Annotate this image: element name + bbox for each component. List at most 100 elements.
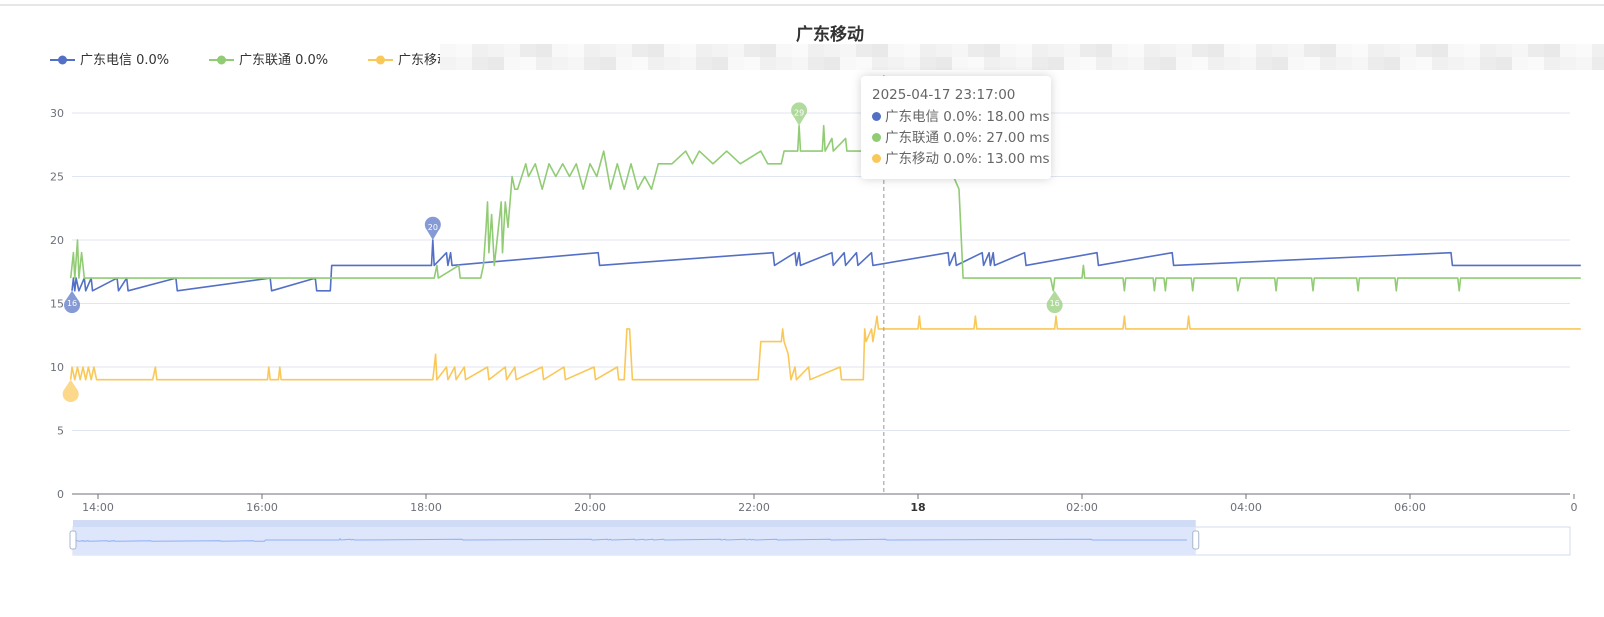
tooltip-row-text: 广东移动 0.0%: 13.00 ms [885,151,1050,167]
blur-cell [1544,44,1560,57]
blur-cell [760,44,776,57]
zoom-handle[interactable] [1192,530,1200,550]
blur-cell [824,44,840,57]
blur-cell [904,44,920,57]
blur-cell [1528,57,1544,70]
blur-cell [1336,57,1352,70]
blur-cell [1528,44,1544,57]
pin-marker [62,379,79,402]
blur-cell [1048,57,1064,70]
series-line-2 [69,315,1581,381]
blur-cell [952,44,968,57]
series-dot-icon [872,112,881,121]
blur-cell [1000,44,1016,57]
blur-cell [808,57,824,70]
blur-cell [888,44,904,57]
blur-cell [616,44,632,57]
blur-cell [1048,44,1064,57]
blur-cell [1320,44,1336,57]
blur-cell [1304,44,1320,57]
blur-cell [1272,44,1288,57]
blur-cell [1160,57,1176,70]
pin-icon [62,379,79,402]
blur-cell [584,44,600,57]
tooltip-row: 广东联通 0.0%: 27.00 ms [872,128,1051,149]
x-axis: 14:00 16:00 18:00 20:00 22:00 18 02:00 04:00 06:… [82,494,1578,514]
blur-cell [1032,44,1048,57]
pin-marker: 29 [791,102,808,126]
blur-cell [1144,44,1160,57]
blur-cell [664,57,680,70]
blur-cell [1592,44,1604,57]
y-tick-label: 15 [50,298,64,311]
blur-cell [1128,44,1144,57]
blur-cell [1064,57,1080,70]
blur-cell [488,44,504,57]
blur-cell [856,57,872,70]
series-lines[interactable] [69,124,1581,381]
blur-cell [840,57,856,70]
blur-cell [744,44,760,57]
blur-cell [776,57,792,70]
blur-cell [520,57,536,70]
blur-cell [536,44,552,57]
series-line-1 [69,124,1581,292]
pin-marker: 20 [424,216,441,240]
blur-cell [1544,57,1560,70]
blur-cell [1112,57,1128,70]
blur-cell [1480,57,1496,70]
blur-cell [872,44,888,57]
blur-cell [520,44,536,57]
y-tick-label: 5 [57,425,64,438]
blur-cell [920,44,936,57]
blur-cell [840,44,856,57]
series-dot-icon [872,133,881,142]
blur-cell [904,57,920,70]
zoom-handle[interactable] [69,530,77,550]
tooltip-row-text: 广东联通 0.0%: 27.00 ms [885,130,1050,146]
y-tick-label: 20 [50,234,64,247]
blur-cell [1064,44,1080,57]
blur-cell [792,44,808,57]
blur-cell [1368,44,1384,57]
blur-cell [1256,44,1272,57]
blur-cell [1496,44,1512,57]
legend-item[interactable]: 广东联通 0.0% [209,53,328,68]
blur-cell [808,44,824,57]
y-tick-label: 10 [50,361,64,374]
legend-item[interactable]: 广东电信 0.0% [50,53,169,68]
chart-title: 广东移动 [796,24,864,45]
blur-cell [552,44,568,57]
blur-cell [744,57,760,70]
blur-cell [504,57,520,70]
blur-cell [680,57,696,70]
series-dot-icon [872,154,881,163]
pin-marker: 16 [1046,290,1063,314]
blur-cell [1416,57,1432,70]
blur-cell [1400,44,1416,57]
blur-cell [856,44,872,57]
grid-lines [72,112,1570,495]
blur-cell [920,57,936,70]
blur-cell [888,57,904,70]
x-tick-label: 16:00 [246,501,278,514]
blur-cell [984,44,1000,57]
blur-cell [568,57,584,70]
blur-cell [680,44,696,57]
data-zoom-slider[interactable] [69,520,1571,556]
blur-cell [1432,44,1448,57]
blur-cell [1384,44,1400,57]
legend-label: 广东电信 0.0% [80,53,169,68]
blur-cell [1512,44,1528,57]
legend[interactable]: 广东电信 0.0%广东联通 0.0%广东移动 0.0% [50,53,487,68]
blur-cell [1144,57,1160,70]
blur-cell [568,44,584,57]
blur-cell [552,57,568,70]
x-tick-label: 14:00 [82,501,114,514]
blur-cell [1464,44,1480,57]
legend-dot-icon [58,55,67,65]
blur-cell [1288,44,1304,57]
blur-cell [1512,57,1528,70]
x-tick-label: 18 [910,501,925,514]
blur-cell [1096,57,1112,70]
